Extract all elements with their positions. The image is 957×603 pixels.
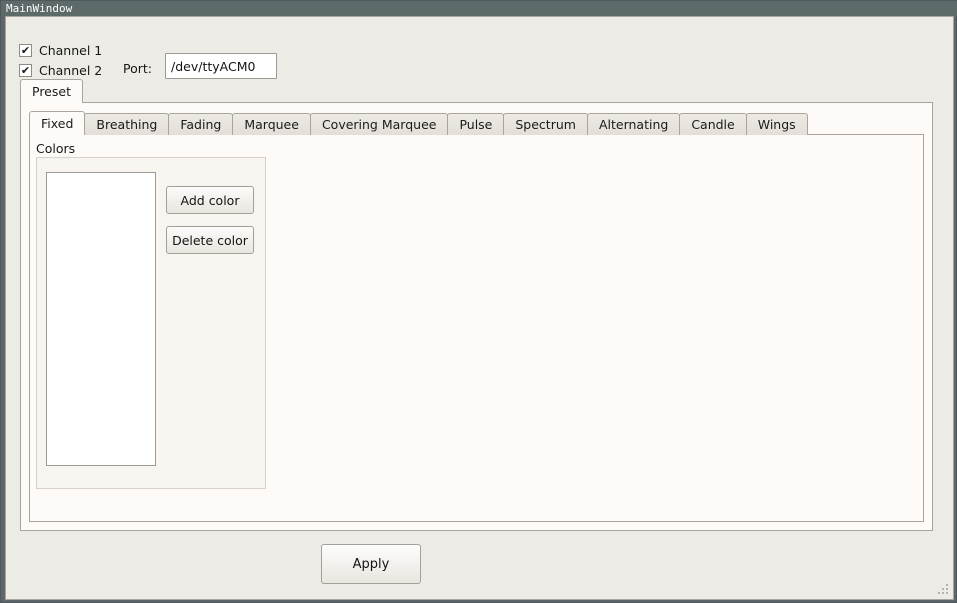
main-window: MainWindow ✔ Channel 1 ✔ Channel 2 Port:… — [0, 0, 957, 603]
channel-1-checkbox[interactable]: ✔ — [19, 44, 32, 57]
effects-tab-pane: Colors Add color Delete color — [29, 134, 924, 522]
preset-tab-widget: Preset Fixed Breathing Fading Marquee Co… — [20, 79, 933, 531]
top-controls: ✔ Channel 1 ✔ Channel 2 Port: — [16, 27, 936, 80]
channel-2-checkbox-row[interactable]: ✔ Channel 2 — [19, 61, 102, 80]
tab-preset[interactable]: Preset — [20, 79, 83, 103]
tab-spectrum[interactable]: Spectrum — [503, 113, 588, 135]
effects-tab-widget: Fixed Breathing Fading Marquee Covering … — [29, 111, 924, 522]
apply-button[interactable]: Apply — [321, 544, 421, 584]
effects-tab-bar: Fixed Breathing Fading Marquee Covering … — [29, 111, 808, 135]
tab-fading[interactable]: Fading — [168, 113, 234, 135]
resize-grip[interactable] — [934, 580, 950, 596]
tab-wings[interactable]: Wings — [745, 113, 808, 135]
channel-1-checkbox-row[interactable]: ✔ Channel 1 — [19, 41, 102, 60]
preset-tab-pane: Fixed Breathing Fading Marquee Covering … — [20, 102, 933, 531]
port-input[interactable] — [165, 53, 277, 79]
tab-pulse[interactable]: Pulse — [447, 113, 505, 135]
tab-candle[interactable]: Candle — [679, 113, 747, 135]
tab-alternating[interactable]: Alternating — [586, 113, 681, 135]
tab-covering-marquee[interactable]: Covering Marquee — [309, 113, 449, 135]
add-color-button[interactable]: Add color — [166, 186, 254, 214]
window-client-area: ✔ Channel 1 ✔ Channel 2 Port: Preset Fix… — [5, 16, 954, 600]
channel-2-label: Channel 2 — [39, 63, 103, 78]
colors-group-title: Colors — [36, 141, 76, 156]
colors-group-frame: Add color Delete color — [36, 157, 266, 489]
channel-2-checkbox[interactable]: ✔ — [19, 64, 32, 77]
color-list[interactable] — [46, 172, 156, 466]
tab-breathing[interactable]: Breathing — [84, 113, 170, 135]
preset-tab-bar: Preset — [20, 79, 83, 103]
tab-marquee[interactable]: Marquee — [232, 113, 311, 135]
channel-1-label: Channel 1 — [39, 43, 103, 58]
delete-color-button[interactable]: Delete color — [166, 226, 254, 254]
port-label: Port: — [123, 61, 152, 76]
colors-group-box: Colors Add color Delete color — [36, 141, 266, 489]
window-titlebar: MainWindow — [1, 1, 957, 16]
tab-fixed[interactable]: Fixed — [29, 111, 86, 135]
window-title: MainWindow — [6, 2, 73, 15]
